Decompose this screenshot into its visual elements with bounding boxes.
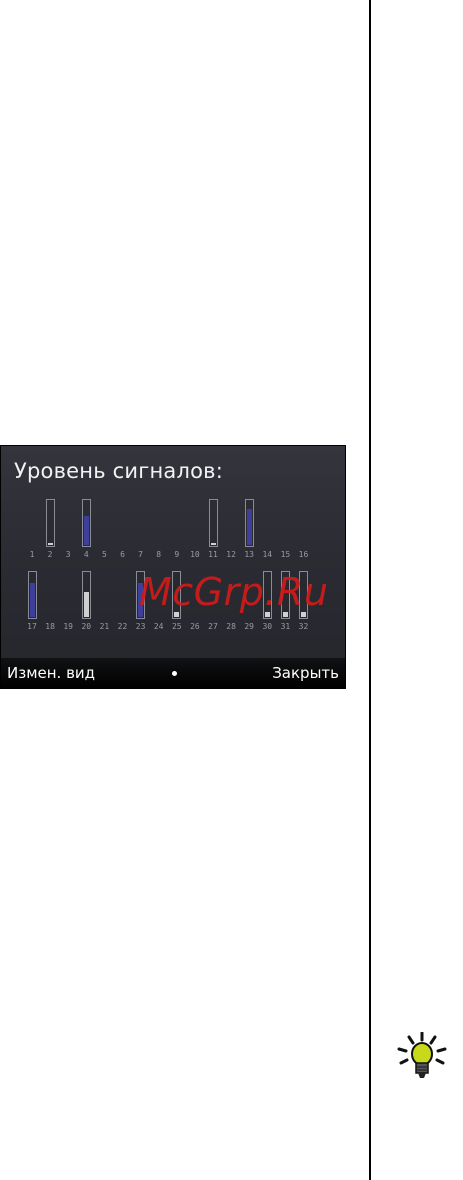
satellite-number: 13 [244,550,254,559]
satellite-number: 28 [226,622,236,631]
satellite-number: 24 [153,622,164,631]
signal-bar [244,499,254,547]
menu-dot-icon [172,671,177,676]
satellite-number: 19 [63,622,73,631]
signal-strength-screen: Уровень сигналов: 1 2 3 4 5 6 7 8 9 10 11 12 13 14 15 1… [1,446,345,688]
satellite-number: 18 [45,622,55,631]
satellite-number: 25 [171,622,182,631]
signal-bar [81,571,91,619]
satellite-number: 7 [138,550,143,559]
lightbulb-icon [397,1032,447,1078]
satellite-number: 16 [298,550,309,559]
satellite-number: 20 [81,622,92,631]
satellite-number: 12 [226,550,236,559]
satellite-number: 23 [135,622,146,631]
phone-screenshot: Уровень сигналов: 1 2 3 4 5 6 7 8 9 10 11 12 13 14 15 1… [0,445,346,689]
satellite-number: 2 [47,550,53,559]
softkey-bar: Измен. вид Закрыть [1,658,345,688]
signal-level-fill [47,543,53,545]
satellite-number: 22 [117,622,128,631]
signal-bar [27,571,37,619]
satellite-number: 32 [298,622,309,631]
satellite-number: 15 [280,550,291,559]
satellite-number: 11 [208,550,218,559]
signal-level-fill [83,592,89,617]
page-divider [369,0,371,1180]
satellite-number: 8 [156,550,162,559]
satellite-number: 1 [29,550,35,559]
satellite-number: 14 [262,550,273,559]
signal-level-fill [29,583,35,617]
signal-level-fill [83,516,89,545]
satellite-number: 3 [65,550,71,559]
satellite-number: 27 [208,622,218,631]
signal-level-fill [246,509,252,545]
satellite-number: 6 [120,550,125,559]
satellite-number: 5 [101,550,107,559]
signal-bar [45,499,55,547]
signal-bar [81,499,91,547]
watermark: McGrp.Ru [139,570,329,614]
close-softkey[interactable]: Закрыть [272,664,339,682]
satellite-number: 9 [174,550,180,559]
satellite-number: 26 [190,622,200,631]
signal-bar [208,499,218,547]
satellite-number: 29 [244,622,254,631]
satellite-signal-grid: 1 2 3 4 5 6 7 8 9 10 11 12 13 14 15 16 17 18 19 20 21 22 23 24 2… [1,446,345,661]
satellite-number: 10 [190,550,200,559]
satellite-number: 17 [27,622,37,631]
satellite-number: 4 [83,550,89,559]
change-view-softkey[interactable]: Измен. вид [7,664,95,682]
satellite-number: 21 [99,622,110,631]
satellite-number: 31 [280,622,291,631]
signal-level-fill [210,543,216,545]
satellite-number: 30 [262,622,273,631]
